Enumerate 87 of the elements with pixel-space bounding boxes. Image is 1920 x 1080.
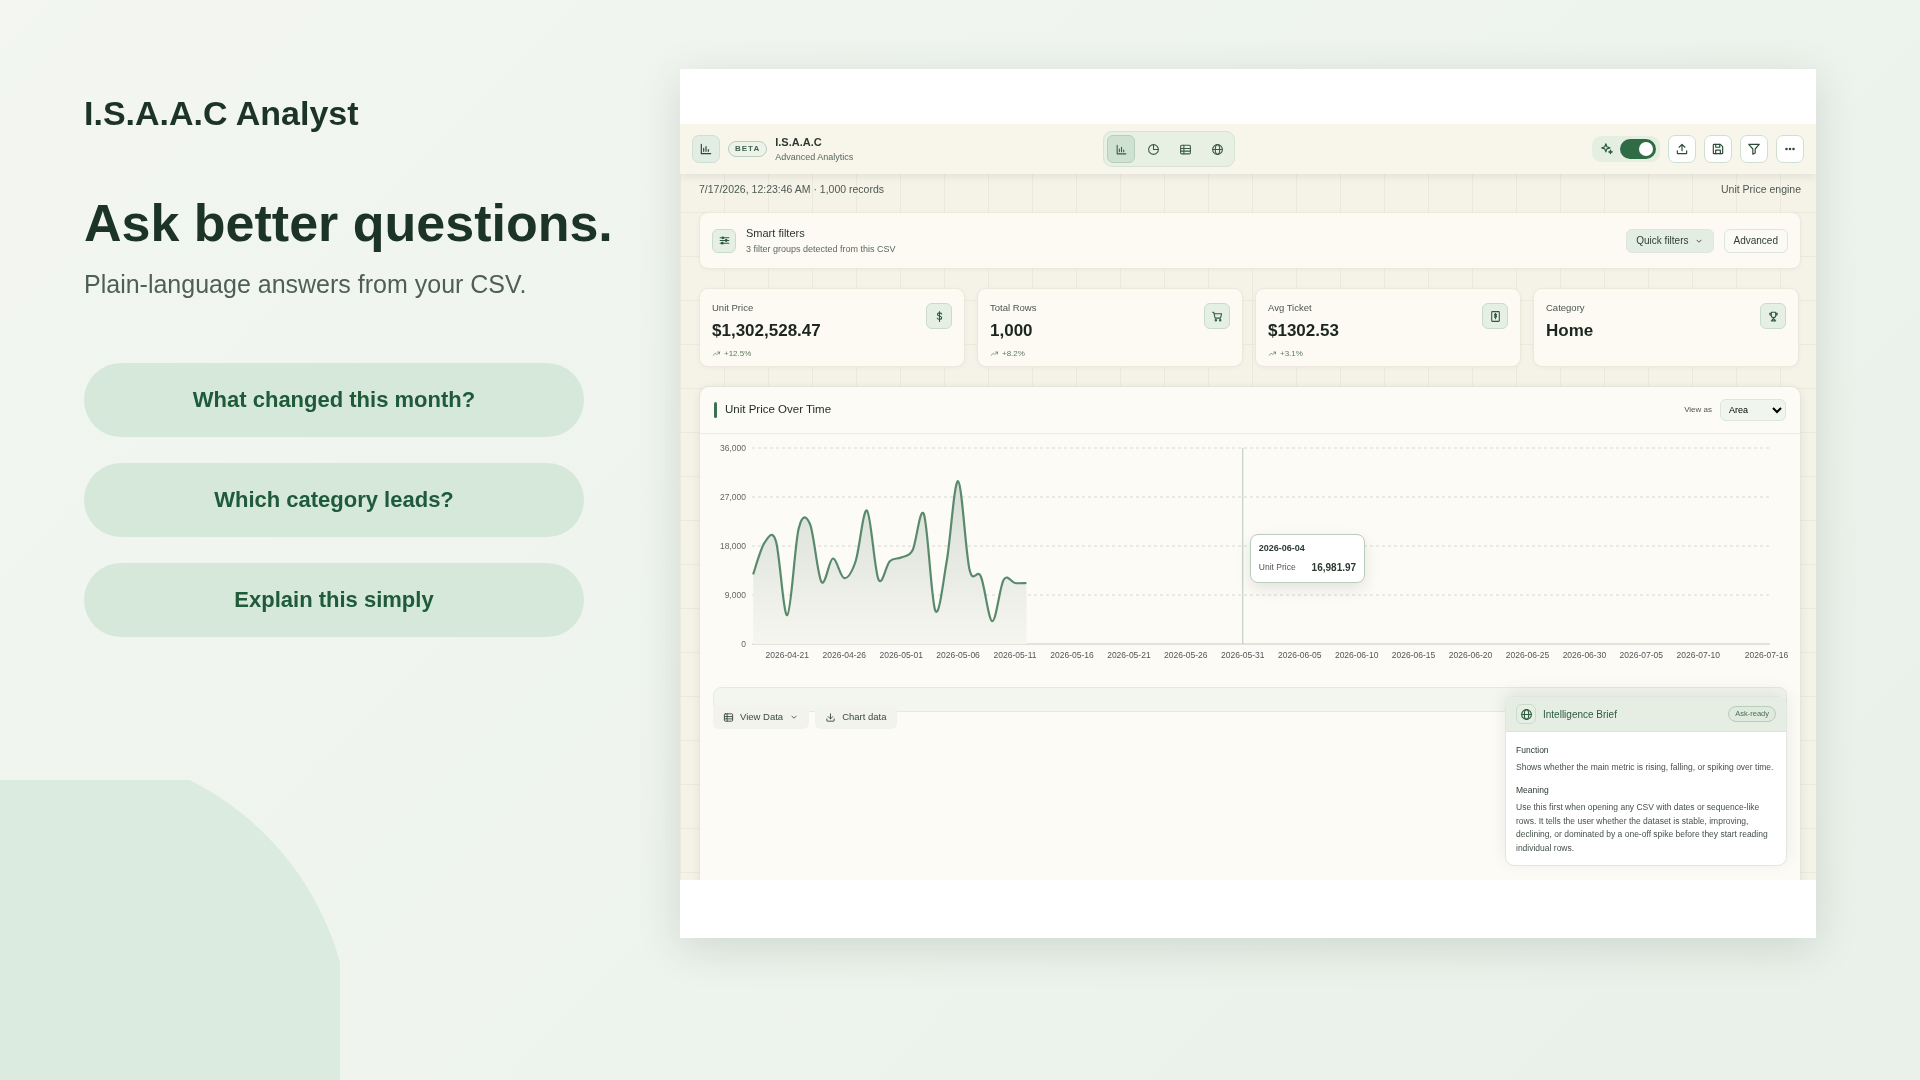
x-tick-label: 2026-07-05 (1619, 650, 1664, 660)
view-as-label: View as (1684, 404, 1712, 416)
brief-title: Intelligence Brief (1543, 707, 1617, 722)
x-tick-label: 2026-06-30 (1562, 650, 1607, 660)
x-tick-label: 2026-05-11 (993, 650, 1037, 660)
table-icon (1178, 142, 1192, 156)
title-accent (714, 402, 717, 418)
table-icon (723, 711, 734, 723)
kpi-label: Unit Price (712, 301, 755, 315)
brand-title: I.S.A.A.C Analyst (84, 93, 360, 134)
meta-text: 7/17/2026, 12:23:46 AM · 1,000 records (699, 182, 885, 198)
kpi-label: Total Rows (990, 301, 1038, 315)
save-button[interactable] (1704, 135, 1732, 163)
bar-chart-icon (699, 142, 713, 156)
x-tick-label: 2026-05-21 (1107, 650, 1151, 660)
view-tab[interactable] (1107, 135, 1136, 163)
download-icon (825, 711, 837, 723)
x-tick-label: 2026-07-10 (1676, 650, 1720, 660)
x-tick-label: 2026-05-16 (1050, 650, 1094, 660)
trend-up-icon (990, 349, 999, 359)
trophy-icon (1766, 309, 1780, 323)
action-button[interactable]: View Data (713, 705, 810, 729)
beta-badge: BETA (728, 141, 768, 157)
headline: Ask better questions. (84, 195, 614, 253)
brief-heading: Meaning (1516, 784, 1550, 798)
x-tick-label: 2026-06-15 (1391, 650, 1436, 660)
filter-icon (1747, 142, 1761, 156)
y-tick-label: 18,000 (720, 541, 746, 551)
app-title: I.S.A.A.C (775, 135, 823, 150)
tooltip-date: 2026-06-04 (1258, 542, 1306, 555)
upload-button[interactable] (1668, 135, 1696, 163)
globe-icon (1210, 142, 1224, 156)
pie-chart-icon (1146, 142, 1160, 156)
x-tick-label: 2026-06-25 (1505, 650, 1550, 660)
subtitle: Plain-language answers from your CSV. (84, 269, 528, 301)
advanced-button[interactable]: Advanced (1723, 228, 1788, 253)
tooltip-value: 16,981.97 (1311, 560, 1357, 575)
receipt-icon (1488, 309, 1502, 323)
x-tick-label: 2026-06-10 (1334, 650, 1379, 660)
prompt-button[interactable]: What changed this month? (84, 362, 584, 437)
kpi-value: $1,302,528.47 (712, 320, 822, 343)
prompt-button[interactable]: Explain this simply (84, 562, 584, 637)
kpi-change: +8.2% (1002, 347, 1025, 360)
upload-icon (1675, 142, 1689, 156)
x-tick-label: 2026-04-21 (765, 650, 810, 660)
filter-button[interactable] (1740, 135, 1768, 163)
kpi-value: Home (1546, 320, 1595, 343)
brief-text: Use this first when opening any CSV with dates or sequence-like rows. It tells the user whether the dataset is stable, improving, declining, or dominated by a one-off spike before they start reading individual rows. (1516, 801, 1769, 855)
y-tick-label: 9,000 (724, 590, 746, 600)
brief-heading: Function (1516, 744, 1550, 757)
kpi-change: +3.1% (1280, 347, 1303, 360)
x-tick-label: 2026-05-06 (936, 650, 980, 660)
action-button[interactable]: Chart data (815, 705, 897, 729)
filters-subtitle: 3 filter groups detected from this CSV (746, 243, 896, 256)
quick-filters-button[interactable]: Quick filters (1626, 228, 1714, 253)
kpi-change: +12.5% (724, 347, 752, 360)
filters-title: Smart filters (746, 225, 806, 241)
kpi-value: 1,000 (990, 320, 1034, 343)
bar-chart-icon (1114, 142, 1128, 156)
cart-icon (1210, 309, 1224, 323)
y-tick-label: 0 (741, 639, 746, 649)
prompt-button[interactable]: Which category leads? (84, 462, 584, 537)
x-tick-label: 2026-06-20 (1448, 650, 1493, 660)
trend-up-icon (1268, 349, 1277, 359)
app-subtitle: Advanced Analytics (775, 150, 854, 164)
home-button[interactable] (692, 135, 720, 163)
chart-title: Unit Price Over Time (725, 402, 832, 418)
tooltip-label: Unit Price (1258, 560, 1296, 574)
y-tick-label: 27,000 (720, 492, 746, 502)
kpi-value: $1302.53 (1268, 320, 1340, 343)
trend-up-icon (712, 349, 721, 359)
x-tick-label: 2026-05-26 (1164, 650, 1208, 660)
brief-text: Shows whether the main metric is rising, falling, or spiking over time. (1516, 760, 1775, 774)
x-tick-label: 2026-05-01 (879, 650, 923, 660)
x-tick-label: 2026-07-16 (1744, 650, 1789, 660)
x-tick-label: 2026-04-26 (822, 650, 866, 660)
kpi-label: Avg Ticket (1268, 301, 1313, 315)
kpi-label: Category (1546, 301, 1586, 315)
x-tick-label: 2026-06-05 (1277, 650, 1322, 660)
view-select[interactable]: Area (1720, 399, 1786, 421)
sliders-icon (717, 234, 731, 247)
sparkle-icon (1600, 142, 1614, 156)
x-tick-label: 2026-05-31 (1221, 650, 1265, 660)
save-icon (1711, 142, 1725, 156)
ai-toggle[interactable] (1620, 139, 1656, 159)
engine-label: Unit Price engine (1721, 182, 1801, 198)
y-tick-label: 36,000 (720, 443, 746, 453)
